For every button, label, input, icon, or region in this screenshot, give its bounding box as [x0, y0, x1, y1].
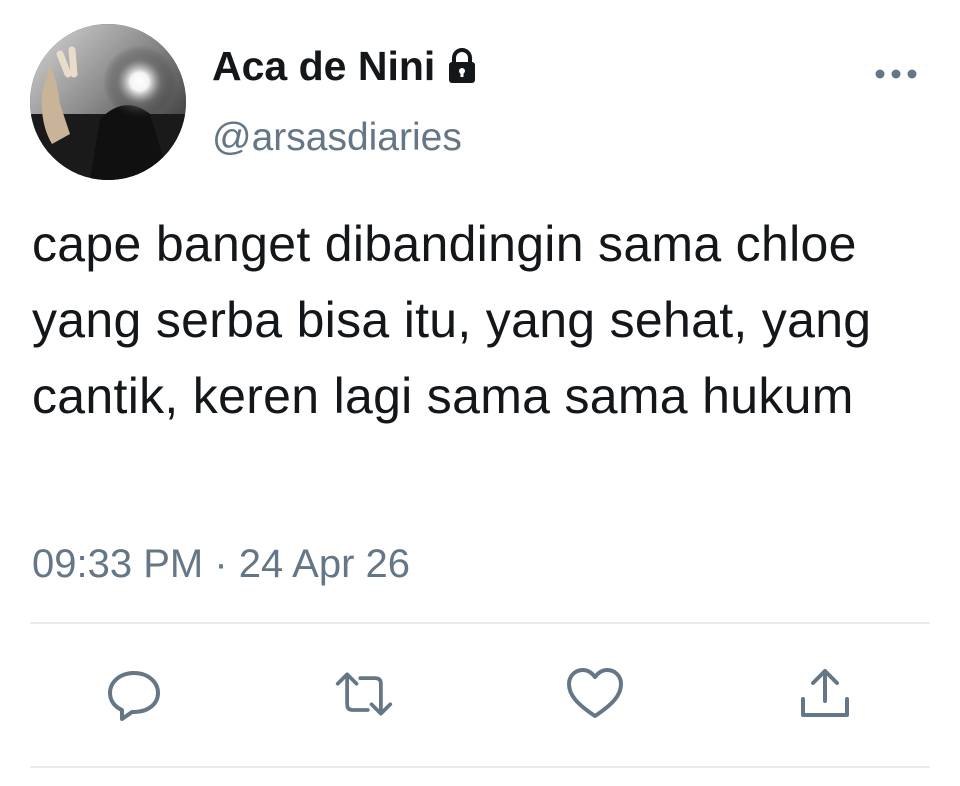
- divider: [30, 622, 930, 624]
- display-name[interactable]: Aca de Nini: [212, 42, 481, 90]
- tweet-timestamp[interactable]: 09:33 PM · 24 Apr 26: [32, 540, 410, 588]
- more-options-button[interactable]: [868, 58, 924, 90]
- display-name-text: Aca de Nini: [212, 43, 436, 89]
- lock-icon: [443, 47, 481, 85]
- avatar-photo: [30, 24, 186, 180]
- tweet-text: cape banget dibandingin sama chloe yang …: [32, 216, 872, 424]
- reply-button[interactable]: [104, 664, 164, 724]
- retweet-button[interactable]: [334, 664, 394, 724]
- share-button[interactable]: [795, 664, 855, 724]
- reply-icon: [108, 671, 160, 721]
- retweet-icon: [335, 672, 393, 716]
- tweet-card: Aca de Nini @arsasdiaries cape banget di…: [0, 0, 960, 786]
- user-handle[interactable]: @arsasdiaries: [212, 114, 462, 162]
- like-button[interactable]: [565, 664, 625, 724]
- heart-icon: [567, 668, 623, 718]
- avatar[interactable]: [30, 24, 186, 180]
- more-dots-icon: [875, 69, 917, 79]
- divider-bottom: [30, 766, 930, 768]
- share-icon: [801, 669, 849, 717]
